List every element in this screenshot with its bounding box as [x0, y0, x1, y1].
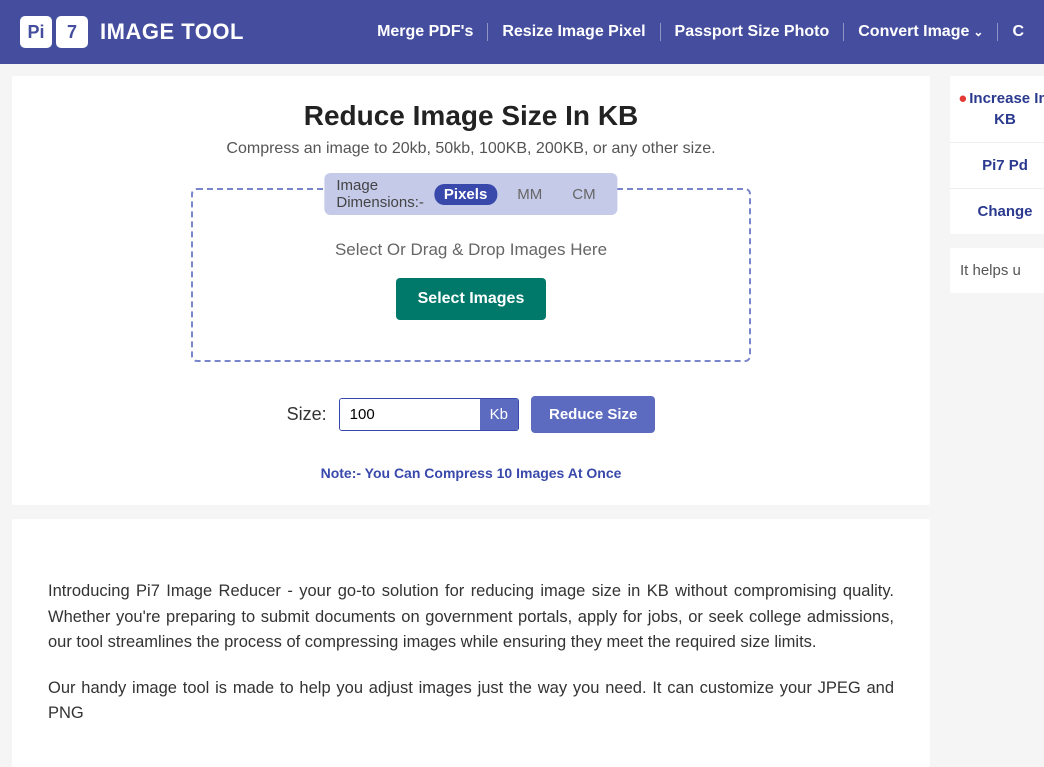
nav-convert-image[interactable]: Convert Image ⌄ [844, 23, 998, 41]
sidebar-item-change[interactable]: Change [950, 189, 1044, 234]
page-subtitle: Compress an image to 20kb, 50kb, 100KB, … [36, 140, 906, 158]
nav-resize-pixel[interactable]: Resize Image Pixel [488, 23, 660, 41]
dimension-tab-pixels[interactable]: Pixels [434, 184, 497, 205]
logo-title: IMAGE TOOL [100, 19, 244, 45]
chevron-down-icon: ⌄ [973, 25, 983, 39]
select-images-button[interactable]: Select Images [396, 278, 547, 320]
status-dot-icon: ● [958, 90, 967, 107]
drop-instruction: Select Or Drag & Drop Images Here [213, 240, 729, 260]
nav-convert-label: Convert Image [858, 23, 969, 41]
main-card: Reduce Image Size In KB Compress an imag… [12, 76, 930, 505]
sidebar-card-links: ●Increase Im KB Pi7 Pd Change [950, 76, 1044, 234]
size-unit: Kb [480, 399, 518, 430]
sidebar-increase-l2: KB [994, 111, 1016, 128]
nav-links: Merge PDF's Resize Image Pixel Passport … [363, 23, 1024, 41]
sidebar-card-info: It helps u [950, 248, 1044, 293]
page-title: Reduce Image Size In KB [36, 100, 906, 132]
sidebar-item-pi7pd[interactable]: Pi7 Pd [950, 143, 1044, 189]
sidebar-increase-l1: Increase Im [969, 90, 1044, 107]
top-nav: Pi 7 IMAGE TOOL Merge PDF's Resize Image… [0, 0, 1044, 64]
article-card: Introducing Pi7 Image Reducer - your go-… [12, 519, 930, 767]
dropzone-container: Image Dimensions:- Pixels MM CM Select O… [191, 188, 751, 362]
article-paragraph-2: Our handy image tool is made to help you… [48, 676, 894, 727]
logo[interactable]: Pi 7 [20, 16, 88, 48]
sidebar-item-increase[interactable]: ●Increase Im KB [950, 76, 1044, 143]
dimension-tabs: Image Dimensions:- Pixels MM CM [324, 173, 617, 215]
nav-last-partial[interactable]: C [998, 23, 1024, 41]
reduce-size-button[interactable]: Reduce Size [531, 396, 655, 433]
dimension-label: Image Dimensions:- [336, 177, 424, 211]
dimension-tab-mm[interactable]: MM [507, 184, 552, 205]
nav-passport-photo[interactable]: Passport Size Photo [661, 23, 845, 41]
size-input[interactable] [340, 399, 480, 430]
logo-square-pi: Pi [20, 16, 52, 48]
nav-merge-pdfs[interactable]: Merge PDF's [363, 23, 488, 41]
size-input-group: Kb [339, 398, 519, 431]
logo-square-7: 7 [56, 16, 88, 48]
size-label: Size: [287, 404, 327, 425]
dimension-tab-cm[interactable]: CM [562, 184, 605, 205]
compress-note: Note:- You Can Compress 10 Images At Onc… [36, 465, 906, 481]
sidebar: ●Increase Im KB Pi7 Pd Change It helps u [950, 76, 1044, 767]
article-paragraph-1: Introducing Pi7 Image Reducer - your go-… [48, 579, 894, 656]
size-row: Size: Kb Reduce Size [36, 396, 906, 433]
sidebar-helps-text: It helps u [950, 248, 1044, 293]
